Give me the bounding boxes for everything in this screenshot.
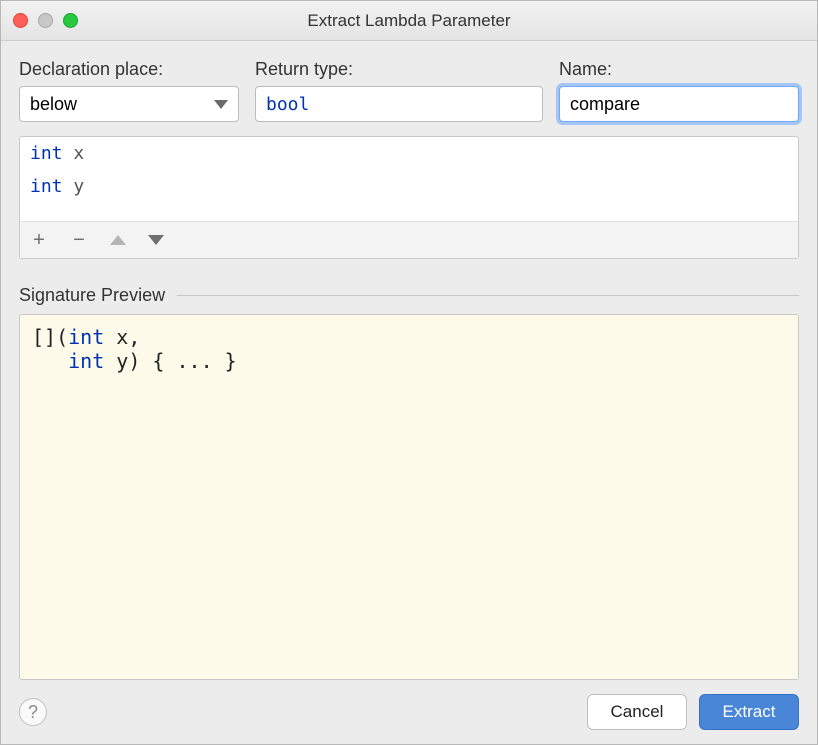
add-icon[interactable]: + xyxy=(30,230,48,250)
param-type: int xyxy=(30,143,63,164)
cancel-button[interactable]: Cancel xyxy=(587,694,687,730)
declaration-label: Declaration place: xyxy=(19,59,239,80)
declaration-value: below xyxy=(30,94,77,115)
return-type-col: Return type: xyxy=(255,59,543,122)
divider xyxy=(177,295,799,296)
name-col: Name: xyxy=(559,59,799,122)
titlebar: Extract Lambda Parameter xyxy=(1,1,817,41)
params-panel: int x int y + − xyxy=(19,136,799,259)
param-name: y xyxy=(73,176,84,197)
param-name: x xyxy=(73,143,84,164)
help-button[interactable]: ? xyxy=(19,698,47,726)
param-row[interactable]: int x xyxy=(20,137,798,170)
signature-preview: [](int x, int y) { ... } xyxy=(19,314,799,680)
name-label: Name: xyxy=(559,59,799,80)
declaration-col: Declaration place: below xyxy=(19,59,239,122)
extract-button[interactable]: Extract xyxy=(699,694,799,730)
window-title: Extract Lambda Parameter xyxy=(1,11,817,31)
preview-label: Signature Preview xyxy=(19,285,165,306)
return-type-input[interactable] xyxy=(255,86,543,122)
params-toolbar: + − xyxy=(20,221,798,258)
dialog-window: Extract Lambda Parameter Declaration pla… xyxy=(0,0,818,745)
move-down-icon[interactable] xyxy=(148,235,164,245)
fields-row: Declaration place: below Return type: Na… xyxy=(19,59,799,122)
declaration-select[interactable]: below xyxy=(19,86,239,122)
footer: ? Cancel Extract xyxy=(19,694,799,730)
name-input[interactable] xyxy=(559,86,799,122)
preview-header: Signature Preview xyxy=(19,285,799,306)
remove-icon[interactable]: − xyxy=(70,230,88,250)
content: Declaration place: below Return type: Na… xyxy=(1,41,817,744)
move-up-icon[interactable] xyxy=(110,235,126,245)
return-type-label: Return type: xyxy=(255,59,543,80)
param-type: int xyxy=(30,176,63,197)
chevron-down-icon xyxy=(214,100,228,109)
param-row[interactable]: int y xyxy=(20,170,798,203)
